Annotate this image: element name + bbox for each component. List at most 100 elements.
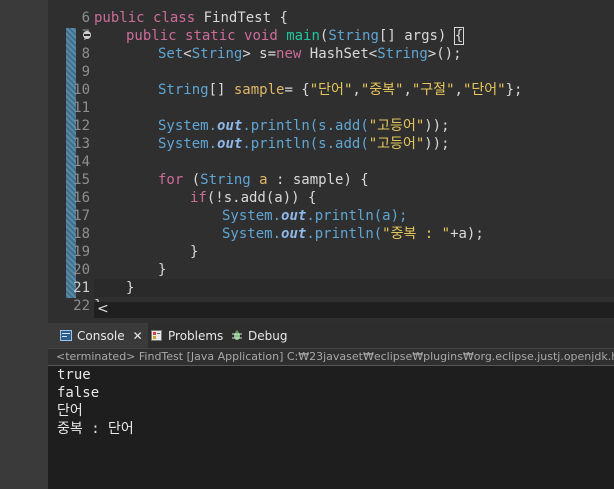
tab-debug-label: Debug: [248, 328, 288, 343]
type: System.: [158, 118, 218, 134]
method: .println(: [306, 226, 383, 242]
type: String: [377, 46, 428, 62]
console-line: true: [57, 367, 91, 383]
tab-problems-label: Problems: [168, 328, 224, 343]
type: HashSet: [309, 46, 369, 62]
field: out: [281, 226, 307, 242]
console-line: 단어: [57, 403, 83, 419]
code-line-21-current: }: [94, 279, 614, 297]
code-editor[interactable]: 6 7 8 9 10 11 12 13 14 15 16 17 18 19 20…: [48, 0, 614, 318]
punct: > s=: [242, 46, 277, 62]
keyword: void: [244, 28, 278, 44]
console-line: false: [57, 385, 100, 401]
string-literal: "구절": [411, 82, 455, 98]
type: System.: [222, 226, 282, 242]
string-literal: "고등어": [368, 118, 425, 134]
keyword: public: [126, 28, 177, 44]
keyword: static: [185, 28, 236, 44]
string-literal: "단어": [462, 82, 506, 98]
line-number: 6: [81, 10, 90, 26]
line-number: 22: [73, 298, 90, 314]
line-number: 16: [73, 190, 90, 206]
type: Set: [158, 46, 184, 62]
tab-console-label: Console: [77, 328, 125, 343]
punct: (: [183, 172, 201, 188]
code-line-10: String[] sample= {"단어","중복","구절","단어"};: [158, 81, 522, 99]
code-line-8: Set<String> s=new HashSet<String>();: [158, 45, 462, 63]
keyword: public: [94, 10, 145, 26]
code-line-12: System.out.println(s.add("고등어"));: [158, 117, 450, 135]
code-line-19: }: [190, 244, 199, 260]
line-number: 9: [81, 64, 90, 80]
console-icon: [60, 330, 72, 341]
method: .println(a);: [306, 208, 408, 224]
field: out: [217, 136, 243, 152]
type: System.: [158, 136, 218, 152]
line-number: 13: [73, 136, 90, 152]
console-output[interactable]: true false 단어 중복 : 단어: [48, 366, 614, 489]
collapse-fold-icon[interactable]: [83, 31, 91, 39]
tab-debug[interactable]: Debug: [231, 323, 287, 348]
field: out: [217, 118, 243, 134]
problems-icon: [151, 330, 162, 341]
field: out: [281, 208, 307, 224]
punct: : sample) {: [267, 172, 369, 188]
horizontal-scrollbar[interactable]: <: [94, 301, 614, 318]
line-number: 20: [73, 262, 90, 278]
scroll-left-icon[interactable]: <: [97, 301, 109, 317]
line-number-gutter: 6 7 8 9 10 11 12 13 14 15 16 17 18 19 20…: [48, 0, 94, 318]
code-line-18: System.out.println("중복 : "+a);: [222, 225, 484, 243]
close-icon[interactable]: ✕: [133, 329, 143, 343]
line-number: 12: [73, 118, 90, 134]
type: String: [200, 172, 251, 188]
code-line-16: if(!s.add(a)) {: [190, 189, 316, 207]
punct: <: [183, 46, 192, 62]
type: String: [328, 28, 379, 44]
brace: }: [126, 280, 135, 296]
code-line-13: System.out.println(s.add("고등어"));: [158, 135, 450, 153]
keyword: if: [190, 190, 207, 206]
keyword: class: [153, 10, 196, 26]
code-line-6: public class FindTest {: [94, 9, 288, 27]
matching-brace: {: [453, 27, 465, 45]
punct: >();: [427, 46, 462, 62]
type: String: [191, 46, 243, 62]
punct: = {: [284, 82, 310, 98]
punct: ,: [352, 82, 361, 98]
variable: a: [250, 172, 268, 188]
line-number: 14: [73, 154, 90, 170]
type: String: [158, 82, 209, 98]
method: .println(s.add(: [242, 118, 369, 134]
string-literal: "중복": [360, 82, 404, 98]
punct: };: [505, 82, 523, 98]
tab-problems[interactable]: Problems: [151, 323, 223, 348]
line-number: 8: [81, 46, 90, 62]
code-line-15: for (String a : sample) {: [158, 171, 369, 189]
line-number: 18: [73, 226, 90, 242]
line-number-current: 21: [73, 280, 90, 296]
punct: ,: [403, 82, 412, 98]
bottom-panel-tabs: Console ✕ Problems Debug: [48, 323, 614, 349]
code-line-17: System.out.println(a);: [222, 207, 407, 225]
string-literal: "중복 : ": [382, 226, 451, 242]
punct: ,: [454, 82, 463, 98]
line-number: 11: [73, 100, 90, 116]
method-name: main: [286, 28, 320, 44]
expr: +a);: [450, 226, 484, 242]
console-line: 중복 : 단어: [57, 421, 134, 437]
line-number: 19: [73, 244, 90, 260]
line-number: 10: [73, 82, 90, 98]
string-literal: "단어": [309, 82, 353, 98]
code-line-7: public static void main(String[] args) {: [126, 27, 465, 45]
tab-console[interactable]: Console ✕: [48, 323, 148, 348]
console-status-line: <terminated> FindTest [Java Application]…: [48, 349, 614, 365]
line-number: 17: [73, 208, 90, 224]
keyword: new: [276, 46, 302, 62]
args: [] args): [378, 28, 455, 44]
punct: ));: [424, 136, 450, 152]
expr: (!s.add(a)) {: [206, 190, 317, 206]
class-name: FindTest {: [203, 10, 288, 26]
left-side-panel: [0, 0, 48, 489]
punct: <: [368, 46, 378, 62]
keyword: for: [158, 172, 184, 188]
